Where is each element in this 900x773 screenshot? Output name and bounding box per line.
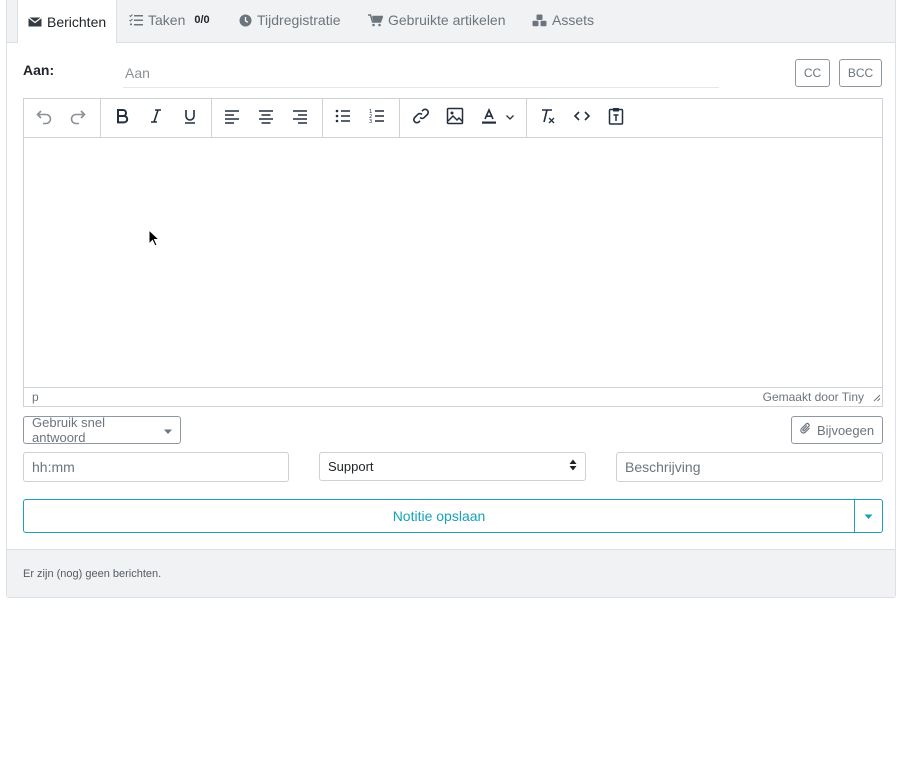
bold-button[interactable] [108,104,136,132]
tab-label: Tijdregistratie [257,12,341,28]
tab-label: Berichten [47,13,107,30]
caret-down-icon [164,423,172,438]
toolbar-divider [100,99,101,137]
messages-footer: Er zijn (nog) geen berichten. [7,549,895,597]
attach-button[interactable]: Bijvoegen [791,416,883,444]
editor-content-area[interactable] [24,138,882,387]
tab-bar: Berichten Taken 0/0 Tijdregistratie Gebr… [7,0,895,43]
chevron-down-icon [505,109,515,127]
numbered-list-button[interactable]: 123 [363,104,391,132]
task-count-badge: 0/0 [194,14,210,26]
align-center-icon [257,107,275,130]
envelope-icon [28,16,42,28]
toolbar-divider [322,99,323,137]
tab-label: Taken [148,12,186,28]
svg-text:3: 3 [369,119,372,125]
cc-button[interactable]: CC [795,59,830,87]
clear-formatting-icon [539,107,557,130]
clear-formatting-button[interactable] [534,104,562,132]
text-color-button[interactable] [475,104,503,132]
quick-reply-dropdown[interactable]: Gebruik snel antwoord [23,415,181,445]
cart-icon [368,13,383,27]
tab-assets[interactable]: Assets [532,0,594,40]
align-right-icon [291,107,309,130]
toolbar-divider [526,99,527,137]
tab-tijdregistratie[interactable]: Tijdregistratie [239,0,341,40]
mouse-pointer-icon [148,228,161,252]
bold-icon [113,107,131,130]
paste-text-button[interactable] [602,104,630,132]
clock-icon [239,14,252,27]
tiny-branding-link[interactable]: Gemaakt door Tiny [763,390,864,404]
tab-label: Assets [552,12,595,28]
tab-taken[interactable]: Taken 0/0 [129,0,210,40]
bullet-list-button[interactable] [329,104,357,132]
attach-label: Bijvoegen [817,422,875,438]
image-icon [446,107,464,130]
sort-arrows-icon [569,459,577,474]
element-path[interactable]: p [32,390,39,404]
code-icon [573,107,591,130]
italic-icon [147,107,165,130]
quick-reply-label: Gebruik snel antwoord [32,415,105,445]
text-color-dropdown[interactable] [502,104,518,132]
save-note-split-button: Notitie opslaan [23,499,883,533]
align-right-button[interactable] [286,104,314,132]
category-select[interactable]: Support [319,452,586,481]
resize-handle-icon[interactable] [872,391,881,405]
insert-link-button[interactable] [407,104,435,132]
bcc-button[interactable]: BCC [839,59,882,87]
time-input[interactable] [23,452,289,482]
paperclip-icon [800,422,812,438]
undo-button[interactable] [30,104,58,132]
tab-berichten[interactable]: Berichten [17,0,118,43]
to-input[interactable] [123,58,719,88]
description-input[interactable] [616,452,883,482]
italic-button[interactable] [142,104,170,132]
bullet-list-icon [334,107,352,130]
underline-button[interactable] [176,104,204,132]
save-note-button[interactable]: Notitie opslaan [24,500,854,532]
source-code-button[interactable] [568,104,596,132]
toolbar-divider [211,99,212,137]
caret-down-icon [864,507,873,525]
to-label: Aan: [23,62,55,78]
align-left-button[interactable] [218,104,246,132]
clipboard-icon [607,107,625,130]
insert-image-button[interactable] [441,104,469,132]
no-messages-text: Er zijn (nog) geen berichten. [23,568,162,580]
rich-text-editor: 123 p Gemaakt door Tiny [23,98,883,407]
category-selected-value: Support [328,459,374,474]
redo-button[interactable] [64,104,92,132]
link-icon [412,107,430,130]
undo-icon [35,107,53,130]
redo-icon [69,107,87,130]
align-left-icon [223,107,241,130]
tasks-icon [129,14,143,26]
align-center-button[interactable] [252,104,280,132]
tab-label: Gebruikte artikelen [388,12,506,28]
underline-icon [181,107,199,130]
editor-toolbar: 123 [24,99,882,138]
save-options-dropdown[interactable] [854,500,882,532]
toolbar-divider [399,99,400,137]
editor-statusbar: p Gemaakt door Tiny [24,387,882,406]
numbered-list-icon: 123 [368,107,386,130]
cubes-icon [532,14,547,27]
tab-gebruikte-artikelen[interactable]: Gebruikte artikelen [368,0,506,40]
message-card: Berichten Taken 0/0 Tijdregistratie Gebr… [6,0,896,598]
text-color-icon [480,107,498,130]
